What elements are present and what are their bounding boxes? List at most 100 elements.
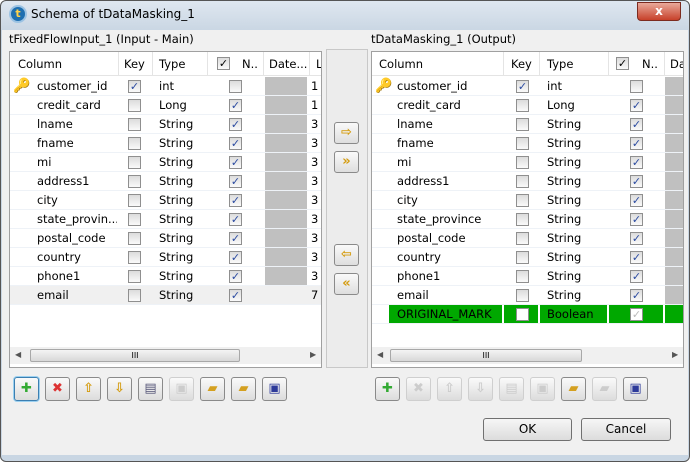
column-type[interactable]: int	[159, 79, 174, 93]
column-type[interactable]: Long	[547, 98, 575, 112]
column-type[interactable]: String	[547, 117, 581, 131]
column-name[interactable]: email	[37, 288, 117, 302]
table-row[interactable]: country String ✓	[372, 248, 683, 267]
column-length[interactable]: 1	[311, 98, 318, 112]
copy-all-to-output-button[interactable]: »	[334, 151, 359, 173]
table-row[interactable]: lname String ✓ 3	[10, 115, 321, 134]
column-name[interactable]: country	[397, 250, 502, 264]
column-type[interactable]: String	[159, 174, 193, 188]
nullable-checkbox[interactable]: ✓	[229, 289, 242, 302]
column-type[interactable]: String	[159, 231, 193, 245]
scroll-left-icon[interactable]: ◀	[15, 350, 21, 359]
key-checkbox[interactable]	[128, 156, 141, 169]
scroll-thumb[interactable]: III	[30, 349, 240, 362]
key-checkbox[interactable]	[516, 308, 529, 321]
nullable-checkbox[interactable]	[630, 80, 643, 93]
table-row[interactable]: email String ✓	[372, 286, 683, 305]
column-type[interactable]: String	[159, 269, 193, 283]
import-schema-button[interactable]: ▰	[200, 377, 225, 401]
table-row[interactable]: ORIGINAL_MARK Boolean ✓	[372, 305, 683, 324]
column-name[interactable]: state_provin...	[37, 212, 117, 226]
remove-column-button[interactable]: ✖	[45, 377, 70, 401]
column-name[interactable]: phone1	[37, 269, 117, 283]
nullable-checkbox[interactable]: ✓	[229, 99, 242, 112]
column-type[interactable]: String	[159, 117, 193, 131]
column-name[interactable]: fname	[37, 136, 117, 150]
key-checkbox[interactable]	[516, 137, 529, 150]
scroll-right-icon[interactable]: ▶	[672, 350, 678, 359]
key-checkbox[interactable]	[128, 232, 141, 245]
header-nullable[interactable]: N..	[242, 57, 258, 71]
move-down-button[interactable]: ⇩	[468, 377, 493, 401]
table-row[interactable]: city String ✓	[372, 191, 683, 210]
column-type[interactable]: String	[547, 155, 581, 169]
column-name[interactable]: credit_card	[37, 98, 117, 112]
column-name[interactable]: fname	[397, 136, 502, 150]
table-row[interactable]: mi String ✓ 3	[10, 153, 321, 172]
paste-button[interactable]: ▣	[169, 377, 194, 401]
nullable-checkbox[interactable]: ✓	[630, 118, 643, 131]
header-date-pattern[interactable]: Date...	[269, 57, 307, 71]
key-checkbox[interactable]	[128, 99, 141, 112]
column-name[interactable]: mi	[37, 155, 117, 169]
paste-button[interactable]: ▣	[530, 377, 555, 401]
add-column-button[interactable]: ✚	[14, 377, 39, 401]
import-schema-button[interactable]: ▰	[561, 377, 586, 401]
column-length[interactable]: 1	[311, 79, 318, 93]
scroll-right-icon[interactable]: ▶	[310, 350, 316, 359]
add-column-button[interactable]: ✚	[375, 377, 400, 401]
export-schema-button[interactable]: ▰	[592, 377, 617, 401]
column-name[interactable]: address1	[37, 174, 117, 188]
column-type[interactable]: String	[159, 212, 193, 226]
column-type[interactable]: String	[547, 212, 581, 226]
table-row[interactable]: credit_card Long ✓	[372, 96, 683, 115]
column-name[interactable]: postal_code	[397, 231, 502, 245]
nullable-checkbox[interactable]: ✓	[630, 251, 643, 264]
select-all-nullable-checkbox[interactable]: ✓	[217, 57, 230, 70]
table-row[interactable]: address1 String ✓	[372, 172, 683, 191]
column-type[interactable]: String	[159, 250, 193, 264]
table-row[interactable]: credit_card Long ✓ 1	[10, 96, 321, 115]
nullable-checkbox[interactable]: ✓	[630, 308, 643, 321]
column-name[interactable]: lname	[397, 117, 502, 131]
cancel-button[interactable]: Cancel	[581, 418, 671, 441]
copy-button[interactable]: ▤	[138, 377, 163, 401]
column-name[interactable]: phone1	[397, 269, 502, 283]
column-type[interactable]: Boolean	[547, 307, 594, 321]
column-length[interactable]: 3	[311, 155, 318, 169]
column-type[interactable]: String	[159, 155, 193, 169]
table-row[interactable]: address1 String ✓ 3	[10, 172, 321, 191]
key-checkbox[interactable]	[128, 118, 141, 131]
column-type[interactable]: Long	[159, 98, 187, 112]
key-checkbox[interactable]	[516, 232, 529, 245]
header-nullable[interactable]: N..	[642, 57, 658, 71]
table-row[interactable]: 🔑 customer_id ✓ int	[372, 77, 683, 96]
column-name[interactable]: address1	[397, 174, 502, 188]
column-type[interactable]: String	[547, 269, 581, 283]
copy-button[interactable]: ▤	[499, 377, 524, 401]
nullable-checkbox[interactable]: ✓	[630, 137, 643, 150]
key-checkbox[interactable]	[128, 137, 141, 150]
export-schema-button[interactable]: ▰	[231, 377, 256, 401]
table-row[interactable]: mi String ✓	[372, 153, 683, 172]
header-type[interactable]: Type	[159, 57, 185, 71]
column-type[interactable]: String	[547, 193, 581, 207]
table-row[interactable]: state_provin... String ✓ 3	[10, 210, 321, 229]
table-row[interactable]: phone1 String ✓	[372, 267, 683, 286]
nullable-checkbox[interactable]: ✓	[229, 232, 242, 245]
column-name[interactable]: customer_id	[37, 79, 117, 93]
table-row[interactable]: postal_code String ✓ 3	[10, 229, 321, 248]
save-schema-button[interactable]: ▣	[262, 377, 287, 401]
table-row[interactable]: phone1 String ✓ 3	[10, 267, 321, 286]
column-length[interactable]: 3	[311, 269, 318, 283]
column-name[interactable]: postal_code	[37, 231, 117, 245]
key-checkbox[interactable]	[516, 175, 529, 188]
key-checkbox[interactable]	[128, 270, 141, 283]
header-key[interactable]: Key	[124, 57, 145, 71]
header-length[interactable]: L	[316, 57, 321, 71]
column-length[interactable]: 3	[311, 250, 318, 264]
key-checkbox[interactable]	[516, 99, 529, 112]
column-length[interactable]: 3	[311, 212, 318, 226]
table-row[interactable]: 🔑 customer_id ✓ int 1	[10, 77, 321, 96]
move-up-button[interactable]: ⇧	[437, 377, 462, 401]
